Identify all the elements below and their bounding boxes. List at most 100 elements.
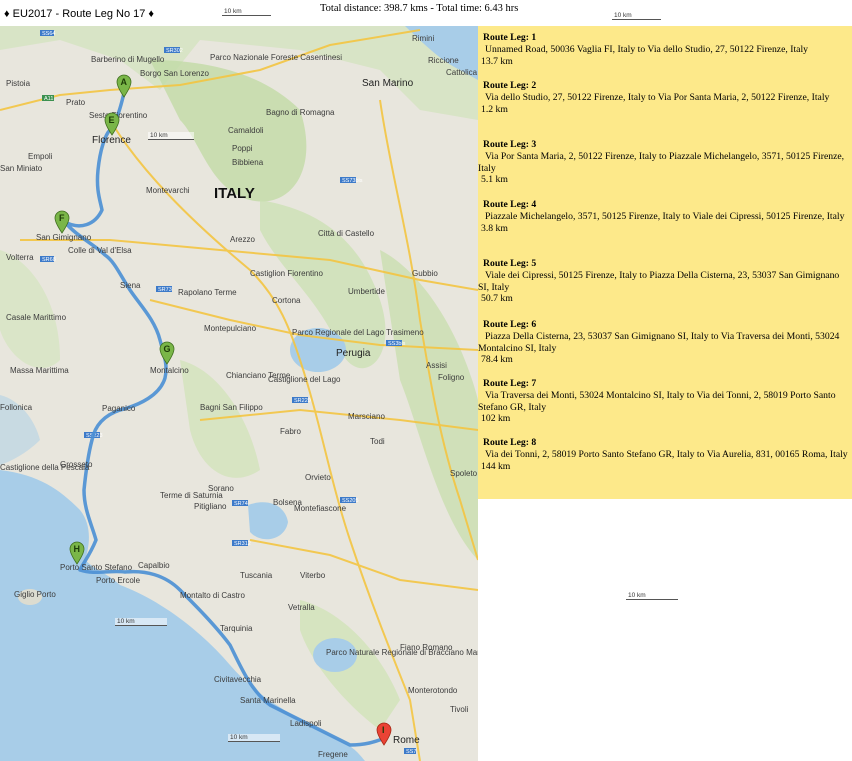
- route-leg-distance: 144 km: [481, 460, 511, 472]
- route-leg: Route Leg: 3 Via Por Santa Maria, 2, 501…: [478, 139, 850, 186]
- svg-text:Bagno di Romagna: Bagno di Romagna: [266, 108, 335, 117]
- scale-bar: 10 km: [222, 8, 271, 16]
- route-leg-description: Via Por Santa Maria, 2, 50122 Firenze, I…: [478, 150, 845, 174]
- route-leg-title: Route Leg: 5: [483, 258, 537, 269]
- route-leg-distance: 78.4 km: [481, 354, 513, 366]
- svg-text:Monterotondo: Monterotondo: [408, 686, 458, 695]
- route-leg-title: Route Leg: 6: [483, 319, 537, 330]
- svg-text:Arezzo: Arezzo: [230, 235, 255, 244]
- svg-text:Foligno: Foligno: [438, 373, 465, 382]
- svg-text:Parco Nazionale Foreste Casent: Parco Nazionale Foreste Casentinesi: [210, 53, 342, 62]
- route-leg-description: Viale dei Cipressi, 50125 Firenze, Italy…: [478, 269, 840, 293]
- header-bar: ♦ EU2017 - Route Leg No 17 ♦ Total dista…: [0, 0, 852, 26]
- svg-text:Cattolica: Cattolica: [446, 68, 478, 77]
- svg-text:Bibbiena: Bibbiena: [232, 158, 264, 167]
- map-canvas[interactable]: SS64 SR302 A11 SS73bis SR68 SR73 SS3bis …: [0, 26, 478, 761]
- svg-text:Città di Castello: Città di Castello: [318, 229, 375, 238]
- svg-text:SR312: SR312: [234, 541, 251, 547]
- svg-text:Spoleto: Spoleto: [450, 469, 478, 478]
- svg-text:A11: A11: [44, 96, 53, 102]
- route-leg-description: Piazza Della Cisterna, 23, 53037 San Gim…: [478, 330, 840, 354]
- route-leg-title: Route Leg: 1: [483, 32, 537, 43]
- route-leg-title: Route Leg: 4: [483, 199, 537, 210]
- page-title: ♦ EU2017 - Route Leg No 17 ♦: [4, 8, 155, 20]
- svg-text:Casale Marittimo: Casale Marittimo: [6, 313, 67, 322]
- svg-text:Todi: Todi: [370, 437, 385, 446]
- svg-text:Rome: Rome: [393, 735, 420, 746]
- scale-bar: 10 km: [228, 734, 280, 742]
- route-legs-panel: Route Leg: 1 Unnamed Road, 50036 Vaglia …: [478, 26, 852, 499]
- svg-text:Parco Regionale del Lago Trasi: Parco Regionale del Lago Trasimeno: [292, 328, 424, 337]
- route-leg-distance: 50.7 km: [481, 293, 513, 305]
- svg-text:Capalbio: Capalbio: [138, 561, 170, 570]
- svg-text:Fregene: Fregene: [318, 750, 348, 759]
- svg-text:Marsciano: Marsciano: [348, 412, 385, 421]
- scale-bar: 10 km: [115, 618, 167, 626]
- svg-text:SR220: SR220: [294, 398, 311, 404]
- svg-text:SS64: SS64: [42, 31, 55, 37]
- svg-text:Pitigliano: Pitigliano: [194, 502, 227, 511]
- svg-text:Massa Marittima: Massa Marittima: [10, 366, 69, 375]
- svg-text:Gubbio: Gubbio: [412, 269, 438, 278]
- svg-text:Fabro: Fabro: [280, 427, 301, 436]
- svg-text:Orvieto: Orvieto: [305, 473, 331, 482]
- svg-text:Siena: Siena: [120, 281, 141, 290]
- svg-text:H: H: [74, 544, 81, 554]
- svg-text:Montalto di Castro: Montalto di Castro: [180, 591, 245, 600]
- svg-text:Castiglion Fiorentino: Castiglion Fiorentino: [250, 269, 323, 278]
- route-leg-description: Via dei Tonni, 2, 58019 Porto Santo Stef…: [485, 448, 848, 460]
- svg-text:SR74: SR74: [234, 501, 248, 507]
- svg-text:San Gimignano: San Gimignano: [36, 233, 92, 242]
- svg-text:Poppi: Poppi: [232, 144, 253, 153]
- svg-text:Volterra: Volterra: [6, 253, 34, 262]
- route-leg-description: Via Traversa dei Monti, 53024 Montalcino…: [478, 389, 836, 413]
- route-leg-distance: 5.1 km: [481, 174, 508, 186]
- route-leg: Route Leg: 8 Via dei Tonni, 2, 58019 Por…: [478, 437, 850, 472]
- svg-text:Tuscania: Tuscania: [240, 571, 273, 580]
- svg-text:Paganico: Paganico: [102, 404, 136, 413]
- svg-text:Castiglione della Pescaia: Castiglione della Pescaia: [0, 463, 90, 472]
- route-leg: Route Leg: 6 Piazza Della Cisterna, 23, …: [478, 319, 850, 366]
- svg-text:Fiano Romano: Fiano Romano: [400, 643, 453, 652]
- svg-text:Montepulciano: Montepulciano: [204, 324, 257, 333]
- route-leg-title: Route Leg: 8: [483, 437, 537, 448]
- svg-text:Umbertide: Umbertide: [348, 287, 385, 296]
- svg-text:San Marino: San Marino: [362, 78, 414, 89]
- scale-bar: 10 km: [626, 592, 678, 600]
- svg-text:Assisi: Assisi: [426, 361, 447, 370]
- svg-text:Giglio Porto: Giglio Porto: [14, 590, 56, 599]
- svg-text:Tivoli: Tivoli: [450, 705, 469, 714]
- svg-text:Porto Ercole: Porto Ercole: [96, 576, 141, 585]
- svg-text:Florence: Florence: [92, 135, 131, 146]
- svg-text:Tarquinia: Tarquinia: [220, 624, 253, 633]
- route-leg: Route Leg: 7 Via Traversa dei Monti, 530…: [478, 378, 850, 425]
- route-leg-distance: 13.7 km: [481, 55, 513, 67]
- route-leg-distance: 3.8 km: [481, 222, 508, 234]
- svg-text:SS3bis: SS3bis: [388, 341, 406, 347]
- svg-text:Civitavecchia: Civitavecchia: [214, 675, 262, 684]
- svg-text:Barberino di Mugello: Barberino di Mugello: [91, 55, 165, 64]
- country-label: ITALY: [214, 185, 255, 202]
- svg-text:Viterbo: Viterbo: [300, 571, 326, 580]
- svg-text:San Miniato: San Miniato: [0, 164, 43, 173]
- route-leg-distance: 102 km: [481, 413, 511, 425]
- route-leg-description: Piazzale Michelangelo, 3571, 50125 Firen…: [485, 210, 845, 222]
- svg-text:A: A: [121, 77, 128, 87]
- svg-text:Rapolano Terme: Rapolano Terme: [178, 288, 237, 297]
- svg-text:Camaldoli: Camaldoli: [228, 126, 264, 135]
- svg-text:G: G: [164, 344, 171, 354]
- svg-text:Ladispoli: Ladispoli: [290, 719, 322, 728]
- route-leg: Route Leg: 2 Via dello Studio, 27, 50122…: [478, 80, 850, 115]
- svg-text:F: F: [59, 213, 65, 223]
- svg-text:Perugia: Perugia: [336, 348, 371, 359]
- route-leg-distance: 1.2 km: [481, 103, 508, 115]
- svg-text:E: E: [109, 115, 115, 125]
- route-map[interactable]: SS64 SR302 A11 SS73bis SR68 SR73 SS3bis …: [0, 26, 478, 761]
- svg-text:Bagni San Filippo: Bagni San Filippo: [200, 403, 263, 412]
- route-leg: Route Leg: 1 Unnamed Road, 50036 Vaglia …: [478, 32, 850, 67]
- svg-text:Colle di Val d'Elsa: Colle di Val d'Elsa: [68, 246, 132, 255]
- route-leg-description: Unnamed Road, 50036 Vaglia FI, Italy to …: [485, 43, 809, 55]
- route-leg-title: Route Leg: 3: [483, 139, 537, 150]
- svg-text:Vetralla: Vetralla: [288, 603, 315, 612]
- svg-text:Cortona: Cortona: [272, 296, 301, 305]
